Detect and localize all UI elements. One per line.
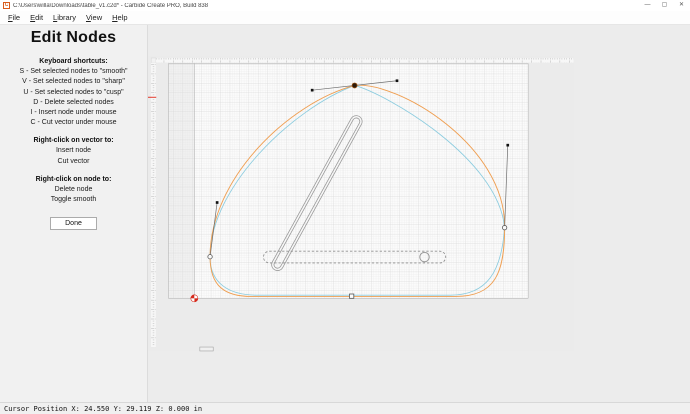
close-button[interactable]: ✕	[673, 0, 690, 11]
cursor-position: Cursor Position X: 24.550 Y: 29.119 Z: 0…	[4, 404, 203, 413]
node-bottom[interactable]	[349, 293, 355, 299]
title-bar: C C:\Users\willa\Downloads\table_v1.c2d*…	[0, 0, 690, 11]
section-keyboard-shortcuts: Keyboard shortcuts:	[39, 58, 108, 65]
node-toggle-smooth: Toggle smooth	[50, 195, 97, 203]
smooth-node-selected[interactable]	[351, 82, 358, 89]
section-rightclick-node: Right-click on node to:	[35, 175, 112, 183]
maximize-button[interactable]: ▢	[656, 0, 673, 11]
shortcut-smooth: S - Set selected nodes to "smooth"	[19, 68, 128, 76]
minimize-button[interactable]: —	[639, 0, 656, 11]
menu-bar: File Edit Library View Help	[0, 11, 690, 25]
ruler-horizontal-ticks	[155, 57, 574, 63]
handle-endpoint-upleft[interactable]	[215, 201, 219, 204]
app-icon: C	[3, 2, 10, 9]
app-window: C C:\Users\willa\Downloads\table_v1.c2d*…	[0, 0, 690, 414]
ruler-cursor-marker	[148, 96, 157, 98]
shortcut-insert: I - Insert node under mouse	[30, 108, 117, 116]
node-delete-node: Delete node	[54, 185, 93, 193]
status-bar: Cursor Position X: 24.550 Y: 29.119 Z: 0…	[0, 402, 690, 414]
window-title: C:\Users\willa\Downloads\table_v1.c2d* -…	[13, 2, 209, 9]
vector-insert-node: Insert node	[55, 147, 92, 155]
ruler-vertical-ticks	[151, 62, 156, 348]
menu-view[interactable]: View	[81, 11, 107, 24]
handle-endpoint-left[interactable]	[310, 88, 314, 92]
horizontal-scrollbar-thumb[interactable]	[199, 346, 214, 352]
ruler-corner	[150, 57, 157, 63]
panel-title: Edit Nodes	[30, 29, 117, 46]
shortcut-sharp: V - Set selected nodes to "sharp"	[22, 78, 125, 86]
node-right[interactable]	[502, 225, 508, 231]
handle-endpoint-up[interactable]	[506, 143, 510, 147]
menu-edit[interactable]: Edit	[25, 11, 48, 24]
vector-cut-vector: Cut vector	[57, 157, 90, 165]
origin-marker[interactable]	[190, 294, 199, 303]
menu-help[interactable]: Help	[107, 11, 132, 24]
menu-library[interactable]: Library	[48, 11, 81, 24]
shortcut-delete: D - Delete selected nodes	[33, 98, 114, 106]
done-button[interactable]: Done	[50, 216, 97, 230]
design-canvas[interactable]	[148, 25, 690, 402]
edit-nodes-panel: Edit Nodes Keyboard shortcuts: S - Set s…	[0, 25, 148, 402]
handle-endpoint-right[interactable]	[395, 79, 399, 83]
section-rightclick-vector: Right-click on vector to:	[33, 137, 114, 145]
shortcut-cusp: U - Set selected nodes to "cusp"	[23, 88, 124, 96]
shortcut-cut: C - Cut vector under mouse	[30, 119, 117, 127]
canvas-svg[interactable]	[148, 25, 690, 402]
node-left[interactable]	[207, 254, 213, 260]
menu-file[interactable]: File	[3, 11, 25, 24]
